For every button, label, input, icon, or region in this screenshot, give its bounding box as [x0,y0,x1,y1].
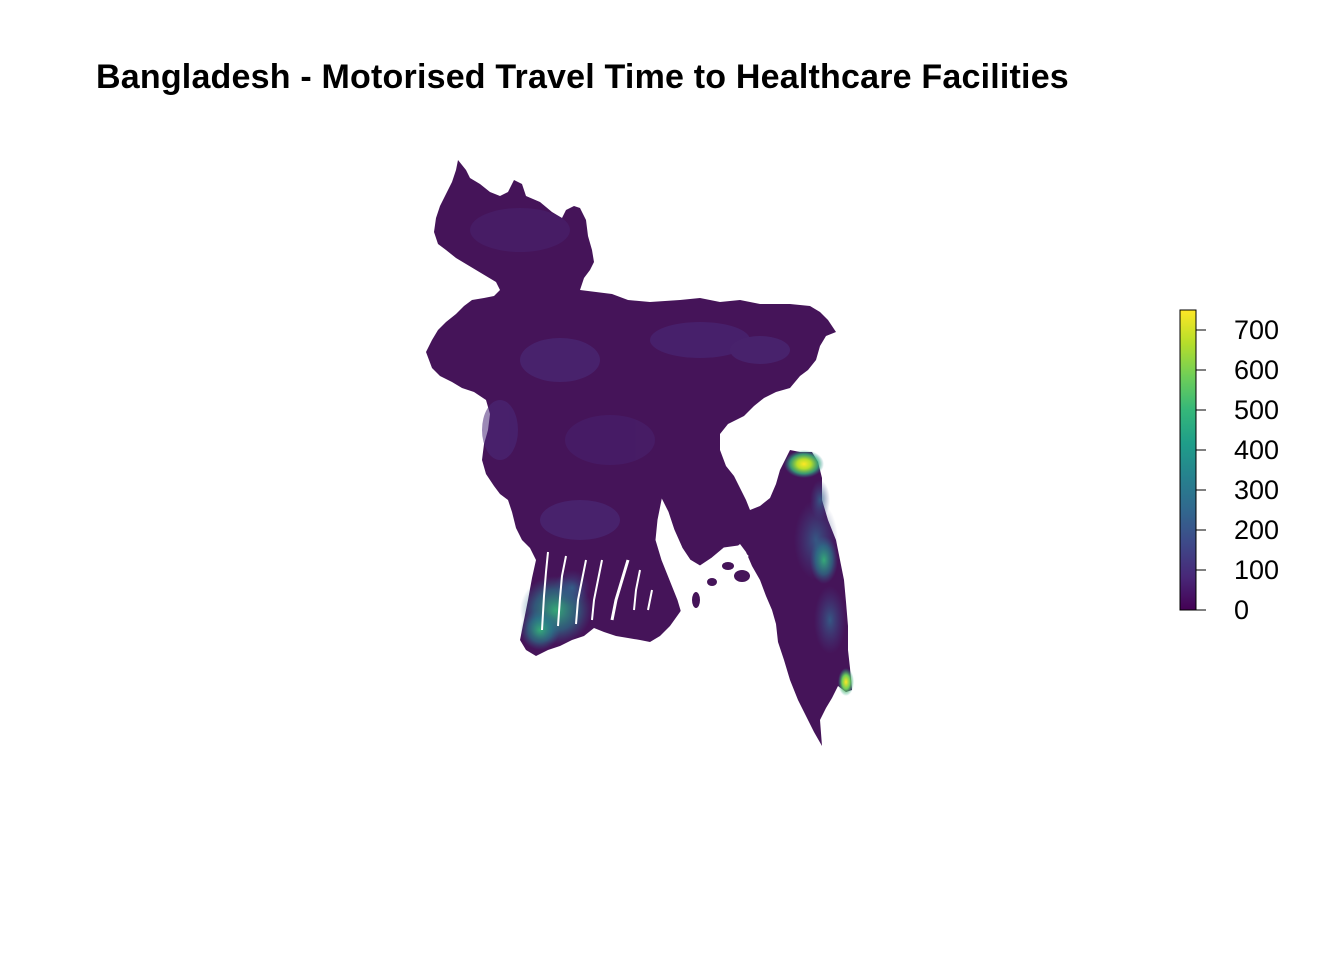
bangladesh-map [426,160,854,746]
legend-ticks: 0 100 200 300 400 500 600 700 [1196,315,1279,625]
map-canvas: 0 100 200 300 400 500 600 700 [426,160,1279,746]
legend-tick-label: 700 [1234,315,1279,345]
legend-color-bar [1179,309,1197,611]
legend-tick-label: 0 [1234,595,1249,625]
legend-tick-label: 200 [1234,515,1279,545]
legend-tick-label: 400 [1234,435,1279,465]
legend-tick-label: 600 [1234,355,1279,385]
legend-tick-label: 100 [1234,555,1279,585]
color-legend: 0 100 200 300 400 500 600 700 [1179,309,1279,625]
legend-tick-label: 300 [1234,475,1279,505]
legend-tick-label: 500 [1234,395,1279,425]
